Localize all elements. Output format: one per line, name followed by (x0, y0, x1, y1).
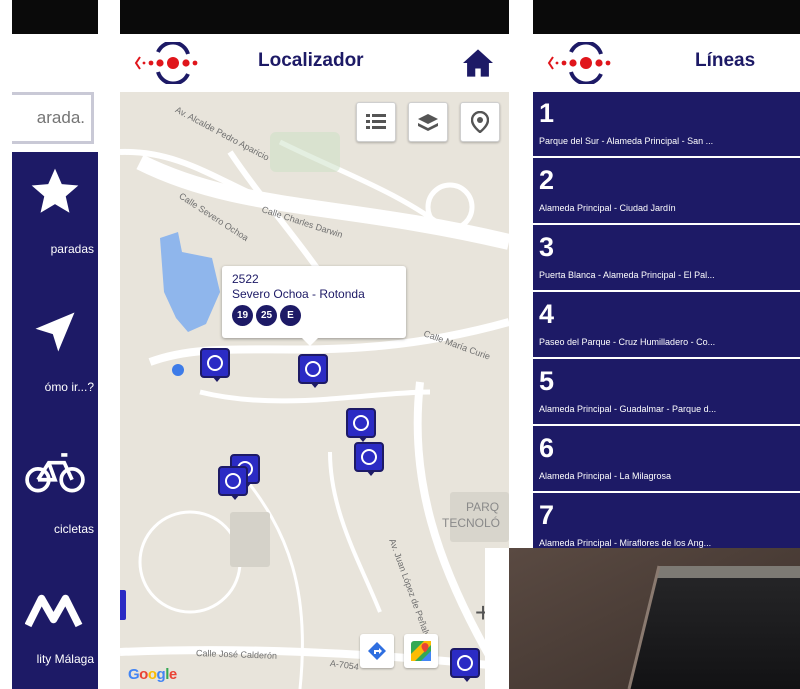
bus-stop-icon (353, 415, 369, 431)
status-bar (533, 0, 800, 34)
drawer-handle[interactable] (120, 590, 126, 620)
layers-icon (418, 114, 438, 131)
line-item[interactable]: 1 Parque del Sur - Alameda Principal - S… (533, 92, 800, 158)
open-in-maps-button[interactable] (404, 634, 438, 668)
stop-search-box[interactable] (12, 92, 94, 144)
google-maps-icon (411, 641, 431, 661)
navigation-arrow-icon (12, 292, 98, 372)
line-number: 2 (539, 165, 555, 195)
stop-search-input[interactable] (12, 95, 91, 141)
line-route: Paseo del Parque - Cruz Humilladero - Co… (539, 337, 716, 347)
menu-item-label: cicletas (53, 522, 94, 536)
emt-logo[interactable] (132, 40, 212, 86)
home-button[interactable] (461, 48, 495, 78)
bus-stop-icon (207, 355, 223, 371)
app-header: Localizador (120, 34, 509, 92)
stop-code: 2522 (232, 272, 259, 286)
page-title: Líneas (695, 50, 756, 71)
bus-stop-marker[interactable] (298, 354, 328, 388)
location-filter-button[interactable] (460, 102, 500, 142)
menu-item-mobility[interactable]: lity Málaga (12, 572, 98, 689)
bus-lines-list: 1 Parque del Sur - Alameda Principal - S… (533, 92, 800, 552)
line-item[interactable]: 4 Paseo del Parque - Cruz Humilladero - … (533, 293, 800, 359)
line-number: 1 (539, 98, 555, 128)
list-view-button[interactable] (356, 102, 396, 142)
line-route: Parque del Sur - Alameda Principal - San… (539, 136, 714, 146)
bus-stop-icon (457, 655, 473, 671)
menu-item-stops[interactable]: paradas (12, 152, 98, 282)
photo-image (509, 548, 800, 689)
bus-stop-icon (305, 361, 321, 377)
area-label: TECNOLÓ (442, 516, 501, 530)
status-bar (120, 0, 509, 34)
line-item[interactable]: 6 Alameda Principal - La Milagrosa (533, 427, 800, 493)
line-number: 4 (539, 299, 555, 329)
line-item[interactable]: 5 Alameda Principal - Guadalmar - Parque… (533, 360, 800, 426)
stop-info-popup[interactable]: 2522 Severo Ochoa - Rotonda 19 25 E (222, 266, 406, 346)
line-badge[interactable]: 25 (256, 305, 277, 326)
line-number: 3 (539, 232, 555, 262)
app-header: Líneas (533, 34, 800, 92)
photo-inset (485, 548, 800, 689)
directions-icon (368, 642, 386, 660)
line-number: 5 (539, 366, 555, 396)
side-menu-panel: paradas ómo ir...? cicletas lity Málaga (12, 0, 98, 689)
page-title: Localizador (258, 50, 364, 71)
line-badge[interactable]: 19 (232, 305, 253, 326)
line-route: Alameda Principal - Ciudad Jardín (539, 203, 676, 213)
google-logo: Google (128, 666, 177, 683)
line-route: Alameda Principal - Miraflores de los An… (539, 538, 712, 548)
star-icon (12, 152, 98, 232)
bus-stop-icon (225, 473, 241, 489)
bus-stop-marker[interactable] (218, 466, 248, 500)
emt-logo[interactable] (545, 40, 625, 86)
line-item[interactable]: 2 Alameda Principal - Ciudad Jardín (533, 159, 800, 225)
status-bar (12, 0, 98, 34)
bus-stop-icon (361, 449, 377, 465)
stop-lines: 19 25 E (232, 305, 396, 326)
current-location-dot (172, 364, 184, 376)
line-badge[interactable]: E (280, 305, 301, 326)
line-route: Alameda Principal - La Milagrosa (539, 471, 672, 481)
menu-item-bicycles[interactable]: cicletas (12, 432, 98, 562)
bus-stop-marker[interactable] (346, 408, 376, 442)
directions-button[interactable] (360, 634, 394, 668)
area-label: PARQ (466, 500, 500, 514)
home-icon (463, 49, 493, 77)
map-view[interactable]: Av. Alcalde Pedro Aparicio Calle Severo … (120, 92, 509, 689)
layers-button[interactable] (408, 102, 448, 142)
bicycle-icon (12, 432, 98, 512)
stop-name: Severo Ochoa - Rotonda (232, 287, 365, 301)
mobility-logo-icon (12, 572, 98, 652)
map-base-layer (120, 132, 509, 689)
line-number: 6 (539, 433, 555, 463)
line-number: 7 (539, 500, 555, 530)
location-pin-icon (471, 111, 489, 133)
menu-item-label: paradas (50, 242, 94, 256)
line-item[interactable]: 3 Puerta Blanca - Alameda Principal - El… (533, 226, 800, 292)
side-menu: paradas ómo ir...? cicletas lity Málaga (12, 152, 98, 689)
line-route: Alameda Principal - Guadalmar - Parque d… (539, 404, 717, 414)
menu-item-label: lity Málaga (36, 652, 94, 666)
bus-stop-marker[interactable] (200, 348, 230, 382)
locator-screen: Localizador Av. Alcalde Pedro Aparicio C… (120, 0, 509, 689)
bus-stop-marker[interactable] (354, 442, 384, 476)
menu-item-label: ómo ir...? (44, 380, 94, 394)
list-icon (366, 114, 386, 129)
menu-item-how-to-get[interactable]: ómo ir...? (12, 292, 98, 422)
line-route: Puerta Blanca - Alameda Principal - El P… (539, 270, 715, 280)
bus-stop-marker[interactable] (450, 648, 480, 682)
